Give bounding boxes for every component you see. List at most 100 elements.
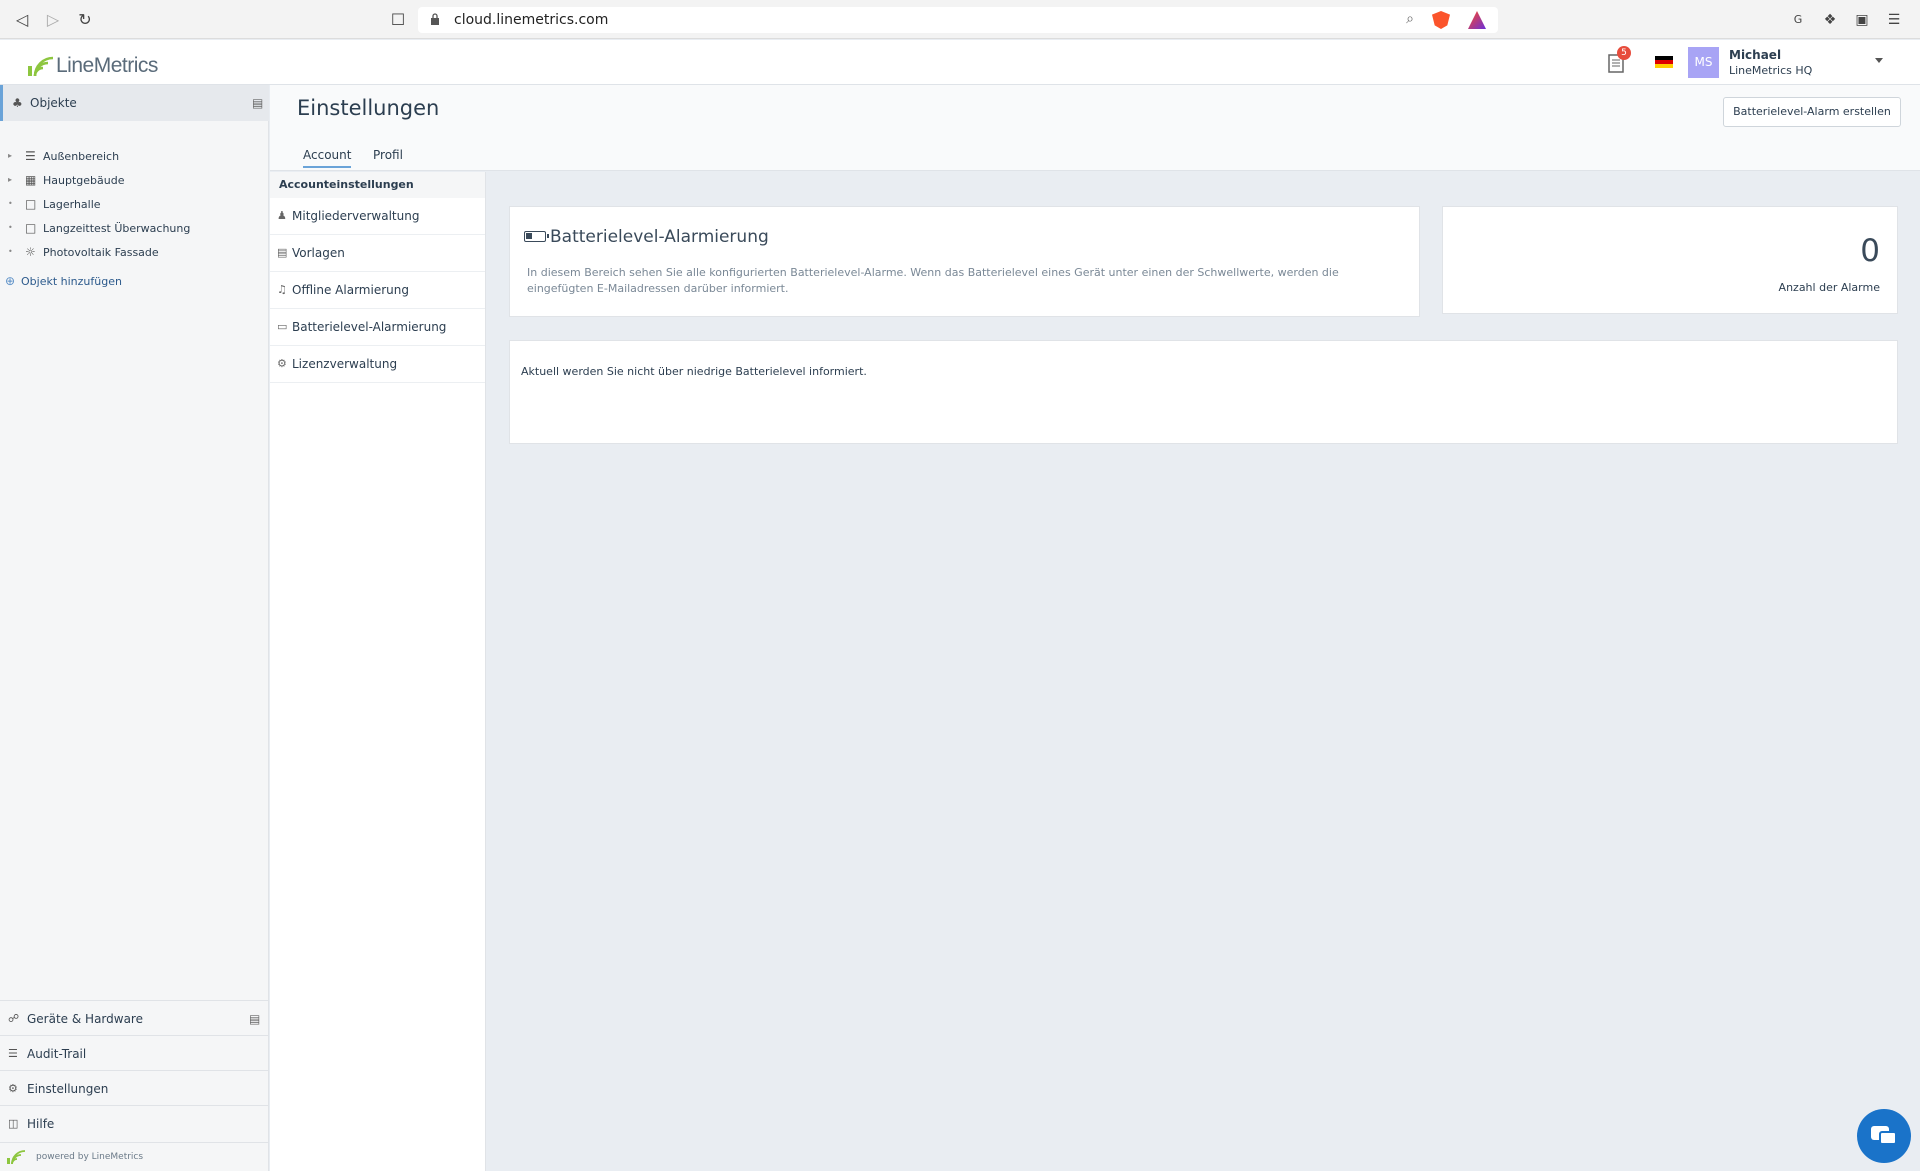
tree-item-label: Lagerhalle: [43, 198, 101, 211]
chevron-down-icon[interactable]: [1875, 58, 1883, 63]
book-icon: ◫: [8, 1117, 19, 1130]
logo-icon: [28, 56, 54, 76]
notifications-button[interactable]: 5: [1607, 46, 1631, 74]
template-icon: ▤: [277, 246, 288, 259]
alarm-count-label: Anzahl der Alarme: [1778, 281, 1880, 294]
list-icon: ☰: [25, 149, 36, 163]
plus-circle-icon: ⊕: [5, 274, 16, 288]
bell-icon: ♫: [277, 283, 287, 296]
bullet-icon: •: [8, 223, 13, 232]
notification-badge: 5: [1617, 46, 1631, 60]
user-organization[interactable]: LineMetrics HQ: [1729, 64, 1812, 77]
settings-menu-heading: Accounteinstellungen: [270, 172, 485, 198]
tree-item-hauptgebaeude[interactable]: ▸ ▦ Hauptgebäude: [0, 171, 269, 191]
list-menu-icon[interactable]: ▤: [252, 96, 263, 110]
reload-icon[interactable]: ↻: [73, 8, 97, 32]
objects-icon: ♣: [12, 96, 23, 110]
sun-icon: ☼: [25, 245, 36, 259]
page-title: Einstellungen: [297, 96, 440, 120]
expand-arrow-icon[interactable]: ▸: [8, 151, 12, 160]
brave-shield-icon[interactable]: [1432, 11, 1450, 29]
back-icon[interactable]: ◁: [10, 8, 34, 32]
tab-account[interactable]: Account: [303, 148, 352, 168]
main-header: Einstellungen Account Profil Batterielev…: [270, 85, 1920, 171]
battery-alarm-list-card: Aktuell werden Sie nicht über niedrige B…: [509, 340, 1898, 444]
tree-item-photovoltaik[interactable]: • ☼ Photovoltaik Fassade: [0, 243, 269, 263]
sidebar-header-objects[interactable]: ♣ Objekte ▤: [0, 85, 269, 121]
card-description: In diesem Bereich sehen Sie alle konfigu…: [527, 266, 1339, 295]
tree-item-lagerhalle[interactable]: • □ Lagerhalle: [0, 195, 269, 215]
settings-item-templates[interactable]: ▤ Vorlagen: [270, 235, 485, 272]
settings-item-label: Mitgliederverwaltung: [292, 209, 420, 223]
settings-menu: Accounteinstellungen ♟ Mitgliederverwalt…: [270, 172, 486, 1171]
zoom-icon[interactable]: ⌕: [1406, 11, 1414, 27]
wallet-icon[interactable]: ▣: [1852, 10, 1872, 30]
sidebar-item-devices[interactable]: ☍ Geräte & Hardware ▤: [0, 1000, 269, 1035]
google-extension-icon[interactable]: G: [1788, 10, 1808, 30]
settings-item-label: Vorlagen: [292, 246, 345, 260]
empty-state-text: Aktuell werden Sie nicht über niedrige B…: [521, 365, 867, 378]
building-icon: ▦: [25, 173, 37, 187]
tree-item-aussenbereich[interactable]: ▸ ☰ Außenbereich: [0, 147, 269, 167]
avatar[interactable]: MS: [1688, 47, 1719, 78]
list-icon: ☰: [8, 1047, 18, 1060]
gear-icon: ⚙: [277, 357, 287, 370]
app-header: LineMetrics 5 MS Michael LineMetrics HQ: [0, 40, 1920, 85]
sidebar-item-settings[interactable]: ⚙ Einstellungen: [0, 1070, 269, 1105]
browser-toolbar: ◁ ▷ ↻ ☐ cloud.linemetrics.com ⌕ G ❖ ▣ ☰: [0, 0, 1920, 39]
user-name[interactable]: Michael: [1729, 48, 1781, 62]
settings-item-battery-alarm[interactable]: ▭ Batterielevel-Alarmierung: [270, 309, 485, 346]
brave-rewards-icon[interactable]: [1468, 11, 1486, 29]
sidebar-item-label: Einstellungen: [27, 1082, 109, 1096]
area-icon: □: [25, 221, 37, 235]
forward-icon[interactable]: ▷: [41, 8, 65, 32]
sidebar-item-help[interactable]: ◫ Hilfe: [0, 1105, 269, 1140]
menu-icon[interactable]: ☰: [1884, 10, 1904, 30]
address-bar[interactable]: cloud.linemetrics.com ⌕: [418, 7, 1498, 33]
sidebar-item-audit-trail[interactable]: ☰ Audit-Trail: [0, 1035, 269, 1070]
alarm-count-value: 0: [1860, 233, 1880, 269]
create-battery-alarm-button[interactable]: Batterielevel-Alarm erstellen: [1723, 97, 1901, 127]
bullet-icon: •: [8, 247, 13, 256]
card-title: Batterielevel-Alarmierung: [550, 227, 769, 247]
lock-icon: [431, 13, 439, 25]
tree-item-langzeittest[interactable]: • □ Langzeittest Überwachung: [0, 219, 269, 239]
logo-icon: [7, 1150, 26, 1164]
settings-item-offline-alarm[interactable]: ♫ Offline Alarmierung: [270, 272, 485, 309]
list-menu-icon[interactable]: ▤: [249, 1012, 260, 1026]
url-text: cloud.linemetrics.com: [454, 12, 609, 28]
gear-icon: ⚙: [8, 1082, 18, 1095]
users-icon: ♟: [277, 209, 287, 222]
powered-by-footer: powered by LineMetrics: [0, 1142, 269, 1171]
tree-item-label: Außenbereich: [43, 150, 120, 163]
alarm-count-card: 0 Anzahl der Alarme: [1442, 206, 1898, 314]
tree-item-label: Langzeittest Überwachung: [43, 222, 191, 235]
german-flag-icon[interactable]: [1655, 56, 1673, 68]
tree-item-label: Hauptgebäude: [43, 174, 125, 187]
expand-arrow-icon[interactable]: ▸: [8, 175, 12, 184]
sidebar-item-label: Audit-Trail: [27, 1047, 87, 1061]
chat-button[interactable]: [1857, 1109, 1911, 1163]
settings-item-label: Batterielevel-Alarmierung: [292, 320, 447, 334]
sidebar-header-label: Objekte: [30, 96, 77, 110]
sidebar-item-label: Hilfe: [27, 1117, 55, 1131]
powered-by-text: powered by LineMetrics: [36, 1152, 144, 1162]
area-icon: □: [25, 197, 37, 211]
settings-item-licenses[interactable]: ⚙ Lizenzverwaltung: [270, 346, 485, 383]
chat-bubble-icon: [1879, 1131, 1897, 1145]
settings-item-label: Offline Alarmierung: [292, 283, 409, 297]
settings-menu-heading-label: Accounteinstellungen: [279, 178, 414, 191]
sidebar-item-label: Geräte & Hardware: [27, 1012, 143, 1026]
battery-alarm-info-card: Batterielevel-Alarmierung In diesem Bere…: [509, 206, 1420, 317]
settings-item-label: Lizenzverwaltung: [292, 357, 398, 371]
tree-item-label: Photovoltaik Fassade: [43, 246, 159, 259]
devices-icon: ☍: [8, 1012, 20, 1025]
logo-text: LineMetrics: [56, 54, 158, 77]
battery-icon: ▭: [277, 320, 288, 333]
tab-profil[interactable]: Profil: [373, 148, 403, 166]
add-object-label: Objekt hinzufügen: [21, 275, 122, 288]
settings-item-members[interactable]: ♟ Mitgliederverwaltung: [270, 198, 485, 235]
bookmark-icon[interactable]: ☐: [386, 8, 410, 32]
sidebar: ♣ Objekte ▤ ▸ ☰ Außenbereich ▸ ▦ Hauptge…: [0, 85, 269, 1171]
puzzle-icon[interactable]: ❖: [1820, 10, 1840, 30]
